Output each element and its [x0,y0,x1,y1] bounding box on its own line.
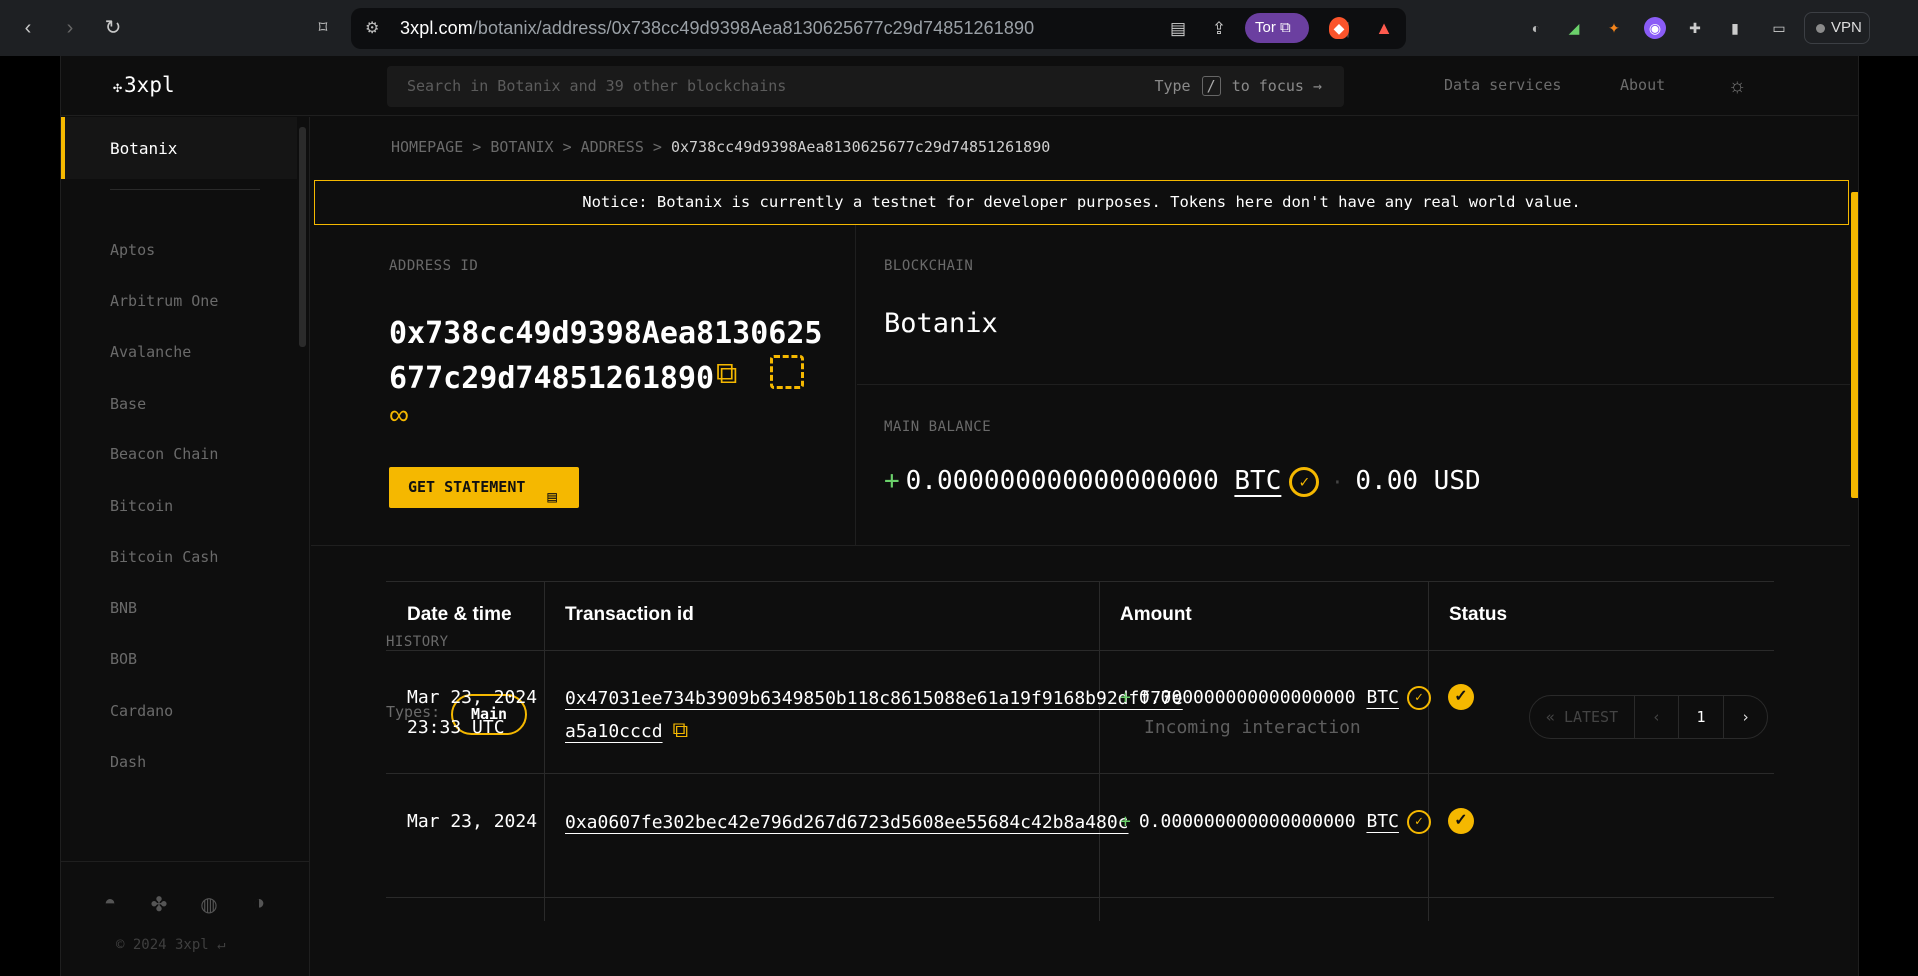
sidebar-footer: ◓ ✤ ◍ ◑ © 2024 3xpl ↵ [61,861,310,976]
copy-icon[interactable]: ⧉ [716,357,737,391]
blockchain-card: BLOCKCHAIN Botanix [857,225,1850,385]
pdf-icon: ▤ [547,487,557,506]
site-settings-icon[interactable]: ⚙ [365,18,379,38]
sidebar-item-bob[interactable]: BOB [110,650,137,668]
balance-value: +0.000000000000000000 BTC ✓ · 0.00 USD [884,466,1481,497]
breadcrumb: HOMEPAGE > BOTANIX > ADDRESS > 0x738cc49… [391,138,1051,156]
breadcrumb-current: 0x738cc49d9398Aea8130625677c29d748512618… [670,138,1051,156]
sidebar-item-beacon-chain[interactable]: Beacon Chain [110,445,218,463]
row-unit-link[interactable]: BTC [1366,687,1399,708]
get-statement-button[interactable]: GET STATEMENT ▤ [389,467,579,508]
search-input[interactable]: Search in Botanix and 39 other blockchai… [387,66,1344,107]
balance-label: MAIN BALANCE [884,419,992,435]
reload-icon[interactable]: ↻ [99,14,127,42]
chain-list: Botanix Aptos Arbitrum One Avalanche Bas… [61,117,310,861]
search-hint: Type / to focus → [1154,76,1322,96]
copy-icon[interactable]: ⧉ [673,715,689,747]
share-icon[interactable]: ⇪ [1208,18,1230,40]
copyright: © 2024 3xpl ↵ [116,937,226,953]
vpn-button[interactable]: VPN [1804,12,1870,44]
wallet-icon[interactable]: ▭ [1768,17,1790,39]
extension-3-icon[interactable]: ◉ [1644,17,1666,39]
col-tx: Transaction id [565,604,694,625]
qr-code-icon[interactable] [770,355,804,389]
row-date: Mar 23, 2024 [407,811,538,832]
breadcrumb-home[interactable]: HOMEPAGE [391,138,463,156]
browser-toolbar: ‹ › ↻ ⌑ ⚙ 3xpl.com/botanix/address/0x738… [0,0,1918,56]
breadcrumb-section[interactable]: ADDRESS [581,138,644,156]
breadcrumb-chain[interactable]: BOTANIX [490,138,553,156]
divider [311,545,1850,546]
sidebar-toggle-icon[interactable]: ▮ [1724,17,1746,39]
theme-icon[interactable]: ◑ [245,892,273,920]
brave-rewards-icon[interactable]: ▲ [1373,17,1395,39]
page: ✣3xpl Search in Botanix and 39 other blo… [60,56,1859,976]
extension-1-icon[interactable]: ◐ [1525,17,1547,39]
theme-toggle-icon[interactable]: ☼ [1728,75,1746,98]
table-row: Mar 23, 2024 0xa0607fe302bec42e796d267d6… [386,775,1774,898]
sidebar-item-arbitrum-one[interactable]: Arbitrum One [110,292,218,310]
table-header: Date & time Transaction id Amount Status [386,581,1774,651]
row-amount: +0.000000000000000000 BTC ✓ Incoming inter… [1120,683,1431,743]
status-success-icon: ✓ [1448,684,1474,710]
twitter-icon[interactable]: ✤ [145,892,173,920]
sidebar-item-bnb[interactable]: BNB [110,599,137,617]
table-row: Mar 23, 2024 23:33 UTC 0x47031ee734b3909b… [386,651,1774,774]
balance-fiat: 0.00 USD [1355,466,1481,496]
verified-icon: ✓ [1289,466,1320,497]
row-amount: +0.000000000000000000 BTC ✓ [1120,807,1431,837]
blockchain-value: Botanix [884,308,998,339]
sidebar-item-dash[interactable]: Dash [110,753,146,771]
reader-mode-icon[interactable]: ▤ [1167,18,1189,40]
site-logo[interactable]: ✣3xpl [113,73,175,97]
page-scrollbar[interactable] [1851,192,1858,498]
blockchain-label: BLOCKCHAIN [884,258,974,274]
search-placeholder: Search in Botanix and 39 other blockchai… [407,77,787,95]
discord-icon[interactable]: ◓ [96,892,124,920]
col-amount: Amount [1120,604,1192,625]
brave-shields-icon[interactable]: ◆ [1329,17,1349,39]
sidebar-scrollbar[interactable] [299,127,306,347]
nav-data-services[interactable]: Data services [1444,76,1561,94]
balance-amount: 0.000000000000000000 [905,466,1219,496]
back-icon[interactable]: ‹ [14,14,42,42]
binoculars-icon[interactable]: ∞ [389,399,409,431]
verified-icon: ✓ [1406,810,1431,834]
metamask-icon[interactable]: ✦ [1603,17,1625,39]
sidebar-item-cardano[interactable]: Cardano [110,702,173,720]
sidebar-item-bitcoin[interactable]: Bitcoin [110,497,173,515]
forward-icon[interactable]: › [56,14,84,42]
sidebar: Botanix Aptos Arbitrum One Avalanche Bas… [61,117,310,976]
github-icon[interactable]: ◍ [195,892,223,920]
sidebar-item-bitcoin-cash[interactable]: Bitcoin Cash [110,548,218,566]
divider [110,189,260,190]
sidebar-item-botanix[interactable]: Botanix [61,117,297,179]
extensions-icon[interactable]: ✚ [1684,17,1706,39]
testnet-notice: Notice: Botanix is currently a testnet f… [314,180,1849,225]
address-card: ADDRESS ID 0x738cc49d9398Aea8130625677c2… [311,225,856,545]
col-status: Status [1449,604,1508,625]
sidebar-item-base[interactable]: Base [110,395,146,413]
row-note: Incoming interaction [1144,717,1361,738]
verified-icon: ✓ [1406,686,1431,710]
sidebar-item-aptos[interactable]: Aptos [110,241,155,259]
site-header: ✣3xpl Search in Botanix and 39 other blo… [61,56,1858,116]
tor-button[interactable]: Tor ⧉ [1245,13,1309,43]
sidebar-item-avalanche[interactable]: Avalanche [110,343,191,361]
balance-card: MAIN BALANCE +0.000000000000000000 BTC ✓ ·… [857,386,1850,545]
nav-about[interactable]: About [1620,76,1665,94]
bookmark-icon[interactable]: ⌑ [309,14,337,42]
extension-2-icon[interactable]: ◢ [1563,17,1585,39]
row-date: Mar 23, 2024 23:33 UTC [407,687,538,738]
address-label: ADDRESS ID [389,258,479,274]
balance-unit-link[interactable]: BTC [1234,466,1281,496]
row-tx-link[interactable]: 0x47031ee734b3909b6349850b118c8615088e61… [565,683,1190,748]
row-tx-link[interactable]: 0xa0607fe302bec42e796d267d6723d5608ee556… [565,807,1190,839]
col-date: Date & time [407,604,512,625]
row-unit-link[interactable]: BTC [1366,811,1399,832]
status-success-icon: ✓ [1448,808,1474,834]
url-text[interactable]: 3xpl.com/botanix/address/0x738cc49d9398A… [400,18,1034,39]
